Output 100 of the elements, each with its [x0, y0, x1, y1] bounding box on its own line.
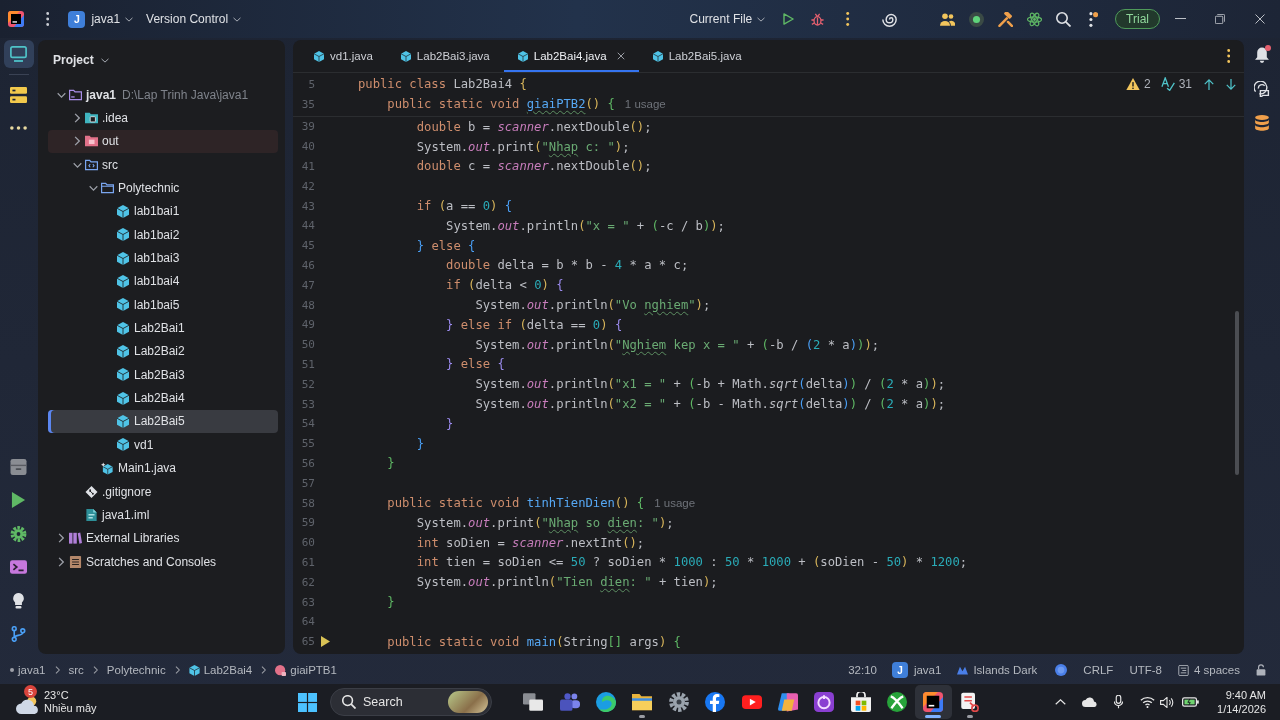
tree-item[interactable]: lab1bai3 — [48, 246, 278, 270]
list-icon — [69, 555, 82, 568]
tree-item[interactable]: Main1.java — [48, 456, 278, 480]
tree-item[interactable]: Lab2Bai5 — [48, 409, 278, 434]
encoding-widget[interactable]: UTF-8 — [1129, 664, 1162, 676]
editor-tab[interactable]: vd1.java — [300, 40, 387, 72]
run-configuration-dropdown[interactable]: Current File — [689, 12, 766, 26]
arrow-down-icon[interactable] — [1226, 78, 1236, 90]
tree-item[interactable]: .gitignore — [48, 479, 278, 504]
editor-tab[interactable]: Lab2Bai4.java — [503, 40, 639, 72]
line-number: 60 — [300, 536, 315, 550]
shopping-bag-icon — [850, 692, 871, 712]
arrow-up-icon[interactable] — [1204, 78, 1214, 90]
editor-tab[interactable]: Lab2Bai5.java — [638, 40, 756, 72]
microphone-icon[interactable] — [1114, 695, 1124, 709]
breadcrumb[interactable]: Lab2Bai4 — [188, 664, 253, 676]
clock-time[interactable]: 9:40 AM — [1225, 688, 1266, 702]
breadcrumb[interactable]: giaiPTB1 — [275, 664, 337, 676]
tree-item[interactable]: Lab2Bai4 — [48, 386, 278, 410]
cube-icon — [117, 274, 129, 288]
scrollbar-thumb[interactable] — [1235, 311, 1239, 475]
main-menu-icon[interactable] — [46, 12, 50, 26]
code-line: public static void main(String[] args) { — [387, 634, 681, 649]
indent-widget[interactable]: 4 spaces — [1177, 664, 1240, 676]
chevron-down-icon[interactable] — [56, 91, 66, 98]
tree-item[interactable]: lab1bai2 — [48, 223, 278, 247]
battery-icon[interactable] — [1182, 697, 1200, 707]
tree-item[interactable]: src — [48, 153, 278, 177]
breadcrumb[interactable]: src — [68, 664, 84, 676]
tree-item[interactable]: Scratches and Consoles — [48, 549, 278, 574]
tree-item[interactable]: lab1bai1 — [48, 199, 278, 224]
chevron-right-icon[interactable] — [74, 136, 80, 147]
line-separator-widget[interactable]: CRLF — [1083, 664, 1114, 676]
tree-item[interactable]: Lab2Bai3 — [48, 363, 278, 387]
project-switcher[interactable]: java1 — [91, 12, 134, 26]
tree-item[interactable]: java1.iml — [48, 503, 278, 527]
warning-icon[interactable] — [1125, 77, 1140, 91]
cloud-icon[interactable] — [16, 696, 40, 714]
cloud-icon[interactable] — [1082, 697, 1099, 707]
typo-count[interactable]: 31 — [1178, 77, 1192, 91]
tree-item[interactable]: out — [48, 129, 278, 154]
settings-icon — [10, 525, 27, 542]
caret-up-icon[interactable] — [1055, 699, 1067, 705]
tree-item[interactable]: java1 D:\Lap Trinh Java\java1 — [48, 83, 278, 107]
weather-condition[interactable]: Nhiều mây — [44, 702, 97, 715]
app-logo-icon[interactable] — [8, 11, 24, 27]
breadcrumb[interactable]: Polytechnic — [106, 664, 166, 676]
warning-count[interactable]: 2 — [1143, 77, 1151, 91]
run-icon[interactable] — [321, 636, 330, 648]
chevron-right-icon[interactable] — [58, 533, 64, 544]
editor-tab[interactable]: Lab2Bai3.java — [386, 40, 504, 72]
tree-item[interactable]: vd1 — [48, 433, 278, 457]
tree-item[interactable]: Polytechnic — [48, 176, 278, 200]
more-vertical-icon[interactable] — [1226, 49, 1230, 63]
spiral-icon[interactable] — [881, 11, 897, 27]
illustration-placeholder[interactable] — [448, 691, 488, 713]
tree-item[interactable]: Lab2Bai2 — [48, 339, 278, 364]
tree-item[interactable]: lab1bai5 — [48, 293, 278, 317]
close-icon[interactable] — [616, 52, 625, 60]
lock-icon[interactable] — [1256, 664, 1266, 676]
ring-dot-icon[interactable] — [968, 11, 984, 27]
people-icon[interactable] — [939, 11, 955, 27]
wifi-icon[interactable] — [1140, 696, 1156, 708]
trial-button[interactable]: Trial — [1115, 9, 1160, 29]
search-icon[interactable] — [1055, 11, 1071, 27]
more-horizontal-icon — [10, 126, 27, 130]
play-icon — [741, 692, 762, 712]
usage-hint[interactable]: 1 usage — [654, 497, 696, 510]
chevron-down-icon[interactable] — [88, 185, 98, 192]
tree-item[interactable]: Lab2Bai1 — [48, 316, 278, 340]
spellcheck-icon[interactable] — [1160, 77, 1175, 91]
temperature[interactable]: 23°C — [44, 689, 97, 702]
atom-icon[interactable] — [1026, 11, 1042, 27]
tool-window-button[interactable] — [3, 40, 34, 68]
tree-item[interactable]: lab1bai4 — [48, 269, 278, 294]
more-vertical-icon[interactable] — [846, 12, 850, 26]
run-icon[interactable] — [783, 13, 795, 25]
document-icon — [1177, 664, 1189, 676]
tree-item[interactable]: External Libraries — [48, 526, 278, 550]
theme-widget[interactable]: Islands Dark — [957, 664, 1038, 676]
chevron-right-icon[interactable] — [74, 113, 80, 123]
more-vertical-icon[interactable] — [1088, 11, 1099, 27]
hammer-icon[interactable] — [997, 11, 1013, 27]
speaker-icon[interactable] — [1160, 696, 1175, 708]
breadcrumb[interactable]: java1 — [10, 664, 46, 676]
vcs-dropdown[interactable]: Version Control — [146, 12, 242, 26]
usage-hint[interactable]: 1 usage — [624, 98, 666, 110]
clock-date[interactable]: 1/14/2026 — [1217, 702, 1266, 716]
chevron-down-icon[interactable] — [72, 161, 82, 168]
tree-item[interactable]: .idea — [48, 106, 278, 130]
caret-icon — [233, 16, 242, 22]
view-mode-dropdown[interactable]: Project — [53, 53, 109, 67]
circle-icon[interactable] — [1055, 664, 1068, 676]
bug-icon[interactable] — [811, 12, 825, 26]
cube-icon — [117, 415, 129, 428]
taskbar-app-button[interactable] — [915, 685, 952, 719]
project-widget[interactable]: java1 — [913, 664, 942, 676]
chevron-right-icon[interactable] — [58, 556, 64, 567]
line-number: 53 — [300, 397, 315, 411]
caret-position[interactable]: 32:10 — [848, 664, 877, 676]
